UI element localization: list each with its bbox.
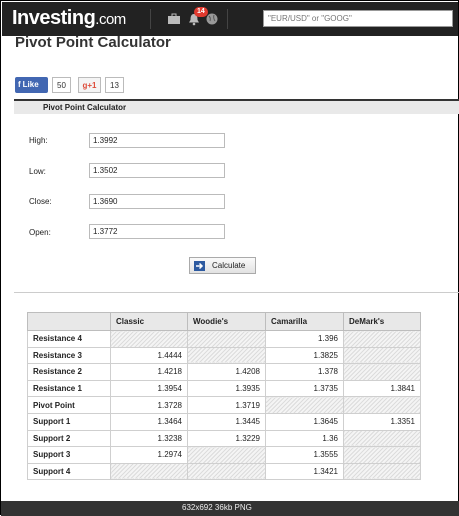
column-header-camarilla: Camarilla xyxy=(265,312,344,331)
image-info-text: 632x692 36kb PNG xyxy=(182,503,252,512)
table-row: Support 1 1.3464 1.3445 1.3645 1.3351 xyxy=(27,412,421,431)
table-row: Support 3 1.2974 1.3555 xyxy=(27,446,421,464)
like-label: Like xyxy=(22,80,39,89)
table-cell: 1.2974 xyxy=(110,446,188,464)
low-input[interactable] xyxy=(89,163,225,178)
facebook-like-button[interactable]: f Like xyxy=(15,77,48,93)
calculate-label: Calculate xyxy=(212,261,246,270)
table-cell: 1.4444 xyxy=(110,346,188,365)
row-label: Support 3 xyxy=(27,446,111,464)
table-cell: 1.3445 xyxy=(187,412,266,431)
row-label: Resistance 1 xyxy=(27,379,111,398)
low-label: Low: xyxy=(29,167,46,176)
table-cell: 1.3954 xyxy=(110,379,188,398)
row-label: Resistance 4 xyxy=(27,330,111,348)
table-cell: 1.3351 xyxy=(343,412,421,431)
close-input[interactable] xyxy=(89,194,225,209)
table-cell: 1.3555 xyxy=(265,446,344,464)
row-label: Support 4 xyxy=(27,462,111,481)
table-cell: 1.3825 xyxy=(265,346,344,365)
table-cell: 1.3728 xyxy=(110,396,188,414)
table-cell: 1.3421 xyxy=(265,462,344,481)
table-cell: 1.4208 xyxy=(187,363,266,381)
investing-logo[interactable]: Investing.com xyxy=(12,7,126,30)
row-label: Support 1 xyxy=(27,412,111,431)
gplus-count: 13 xyxy=(105,77,124,93)
column-header-classic: Classic xyxy=(110,312,188,331)
briefcase-icon[interactable] xyxy=(167,12,181,26)
table-cell xyxy=(187,330,266,348)
table-cell xyxy=(187,446,266,464)
table-cell: 1.3645 xyxy=(265,412,344,431)
table-cell xyxy=(110,330,188,348)
high-label: High: xyxy=(29,136,48,145)
row-label: Resistance 3 xyxy=(27,346,111,365)
table-cell: 1.3229 xyxy=(187,429,266,448)
table-cell: 1.396 xyxy=(265,330,344,348)
image-info-bar: 632x692 36kb PNG xyxy=(1,501,459,516)
table-cell xyxy=(187,462,266,481)
table-cell xyxy=(187,346,266,365)
section-divider xyxy=(14,292,459,293)
row-label: Pivot Point xyxy=(27,396,111,414)
table-cell xyxy=(343,363,421,381)
column-header-demarks: DeMark's xyxy=(343,312,421,331)
arrow-right-icon xyxy=(194,261,205,271)
column-header xyxy=(27,312,111,331)
table-cell xyxy=(343,346,421,365)
table-cell: 1.3935 xyxy=(187,379,266,398)
table-cell: 1.3238 xyxy=(110,429,188,448)
table-cell xyxy=(343,429,421,448)
close-label: Close: xyxy=(29,197,52,206)
table-row: Resistance 4 1.396 xyxy=(27,330,421,348)
divider xyxy=(150,9,151,29)
page-title: Pivot Point Calculator xyxy=(15,34,171,51)
high-input[interactable] xyxy=(89,133,225,148)
table-cell: 1.378 xyxy=(265,363,344,381)
table-cell xyxy=(343,330,421,348)
table-cell: 1.3464 xyxy=(110,412,188,431)
table-row: Resistance 3 1.4444 1.3825 xyxy=(27,346,421,365)
google-plus-button[interactable]: g+1 xyxy=(78,77,101,93)
panel-header: Pivot Point Calculator xyxy=(14,99,459,114)
table-row: Resistance 1 1.3954 1.3935 1.3735 1.3841 xyxy=(27,379,421,398)
panel-title: Pivot Point Calculator xyxy=(43,103,127,112)
table-row: Pivot Point 1.3728 1.3719 xyxy=(27,396,421,414)
logo-suffix: .com xyxy=(95,11,126,28)
search-input[interactable] xyxy=(263,10,453,27)
globe-icon[interactable] xyxy=(205,12,219,26)
table-cell xyxy=(343,396,421,414)
table-cell xyxy=(343,462,421,481)
calculate-button[interactable]: Calculate xyxy=(189,257,256,274)
table-row: Support 2 1.3238 1.3229 1.36 xyxy=(27,429,421,448)
column-header-woodies: Woodie's xyxy=(187,312,266,331)
table-cell: 1.3735 xyxy=(265,379,344,398)
like-count: 50 xyxy=(52,77,71,93)
table-cell xyxy=(343,446,421,464)
table-cell xyxy=(265,396,344,414)
logo-text: Investing xyxy=(12,7,96,29)
table-row: Support 4 1.3421 xyxy=(27,462,421,481)
table-row: Resistance 2 1.4218 1.4208 1.378 xyxy=(27,363,421,381)
screenshot-frame: Investing.com 14 Pivot Point Calculator … xyxy=(0,0,459,516)
open-label: Open: xyxy=(29,228,51,237)
table-cell xyxy=(110,462,188,481)
table-cell: 1.36 xyxy=(265,429,344,448)
table-cell: 1.4218 xyxy=(110,363,188,381)
open-input[interactable] xyxy=(89,224,225,239)
table-cell: 1.3719 xyxy=(187,396,266,414)
row-label: Support 2 xyxy=(27,429,111,448)
row-label: Resistance 2 xyxy=(27,363,111,381)
top-navigation-bar: Investing.com 14 xyxy=(2,2,458,36)
table-header-row: Classic Woodie's Camarilla DeMark's xyxy=(27,312,421,331)
pivot-points-table: Classic Woodie's Camarilla DeMark's Resi… xyxy=(27,312,421,481)
table-cell: 1.3841 xyxy=(343,379,421,398)
divider xyxy=(227,9,228,29)
